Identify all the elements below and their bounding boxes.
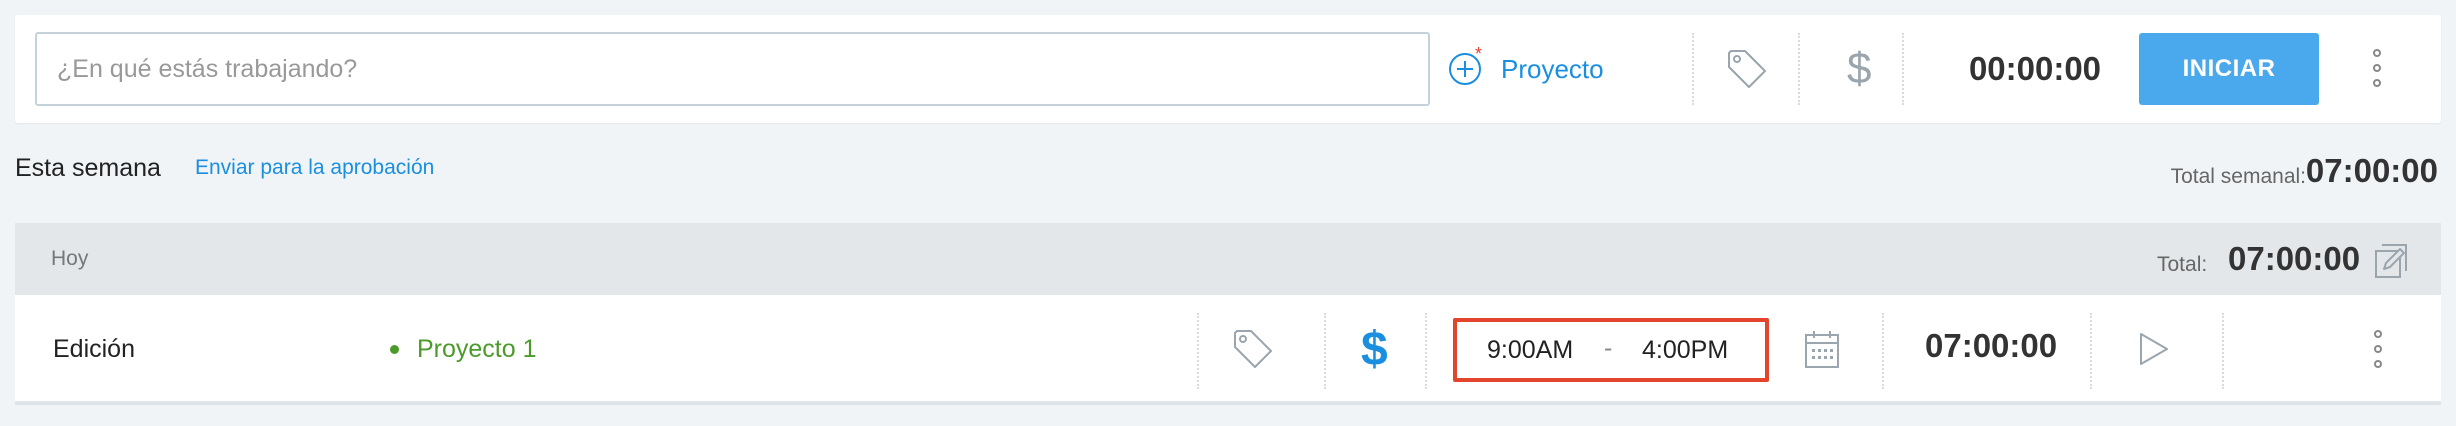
start-button[interactable]: INICIAR	[2139, 33, 2319, 105]
divider	[1692, 33, 1694, 105]
tag-icon[interactable]	[1231, 327, 1275, 376]
end-time[interactable]: 4:00PM	[1642, 336, 1728, 365]
time-range-separator: -	[1604, 334, 1613, 362]
entry-duration[interactable]: 07:00:00	[1925, 327, 2057, 365]
divider	[1324, 313, 1326, 389]
timer-bar: * Proyecto $ 00:00:00 INICIAR	[15, 15, 2441, 123]
more-options-icon[interactable]	[2371, 49, 2383, 87]
week-title: Esta semana	[15, 154, 161, 182]
entry-project-label: Proyecto 1	[417, 335, 537, 363]
day-total-value: 07:00:00	[2228, 240, 2361, 277]
svg-text:$: $	[1847, 44, 1871, 93]
timer-display: 00:00:00	[1968, 50, 2102, 87]
day-group-header: Hoy Total: 07:00:00	[15, 223, 2441, 295]
tag-icon[interactable]	[1725, 47, 1769, 96]
time-range-highlight: 9:00AM - 4:00PM	[1453, 318, 1769, 382]
day-total-label: Total:	[2157, 253, 2208, 276]
divider	[1425, 313, 1427, 389]
divider	[1902, 33, 1904, 105]
add-project-icon: *	[1447, 44, 1487, 92]
divider	[1197, 313, 1199, 389]
play-icon[interactable]	[2138, 331, 2170, 372]
edit-entries-icon[interactable]	[2374, 243, 2412, 281]
billable-dollar-icon[interactable]: $	[1845, 41, 1875, 98]
description-input[interactable]	[35, 32, 1430, 106]
time-entry-row: Edición Proyecto 1 $ 9:00AM - 4:00PM 07:…	[15, 295, 2441, 405]
project-button-label: Proyecto	[1501, 53, 1604, 84]
divider	[1798, 33, 1800, 105]
calendar-icon[interactable]	[1804, 329, 1840, 374]
add-project-button[interactable]: * Proyecto	[1447, 43, 1604, 95]
divider	[1882, 313, 1884, 389]
divider	[2222, 313, 2224, 389]
entry-description[interactable]: Edición	[53, 335, 135, 364]
project-color-dot	[390, 345, 399, 354]
svg-text:$: $	[1361, 323, 1388, 373]
week-total-label: Total semanal:	[2170, 165, 2306, 188]
divider	[2090, 313, 2092, 389]
more-options-icon[interactable]	[2372, 330, 2384, 368]
day-label: Hoy	[51, 247, 89, 270]
svg-text:*: *	[1475, 47, 1482, 64]
week-total-value: 07:00:00	[2305, 152, 2438, 189]
billable-dollar-icon[interactable]: $	[1360, 321, 1390, 378]
start-time[interactable]: 9:00AM	[1487, 336, 1573, 365]
submit-approval-link[interactable]: Enviar para la aprobación	[195, 156, 434, 180]
entry-project[interactable]: Proyecto 1	[390, 335, 537, 364]
